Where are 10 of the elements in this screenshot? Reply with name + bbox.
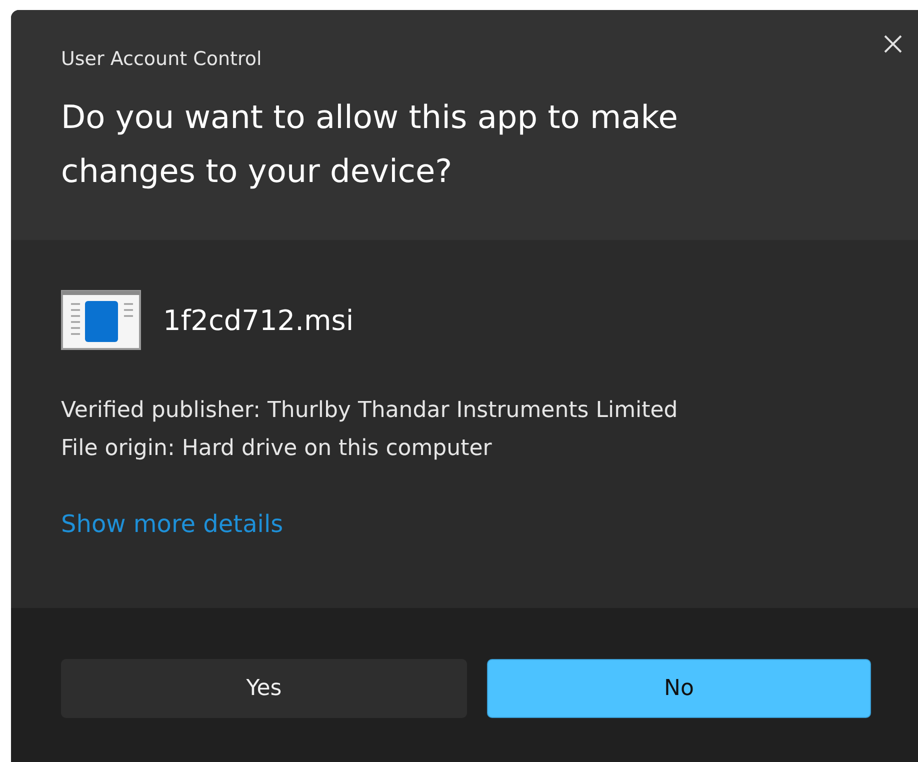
dialog-button[interactable]: Yes: [61, 659, 467, 718]
close-icon: [883, 34, 903, 54]
program-name: 1f2cd712.msi: [163, 304, 354, 336]
installer-window-icon: [61, 290, 141, 350]
dialog-button[interactable]: No: [487, 659, 871, 718]
window-title: User Account Control: [61, 48, 262, 70]
detail-text: Verified publisher: Thurlby Thandar Instruments Limited: [61, 397, 679, 425]
question-heading: Do you want to allow this app to make changes to your device?: [61, 97, 679, 192]
detail-text: File origin: Hard drive on this computer: [61, 435, 493, 463]
show-more-details-link[interactable]: Show more details: [61, 510, 284, 538]
